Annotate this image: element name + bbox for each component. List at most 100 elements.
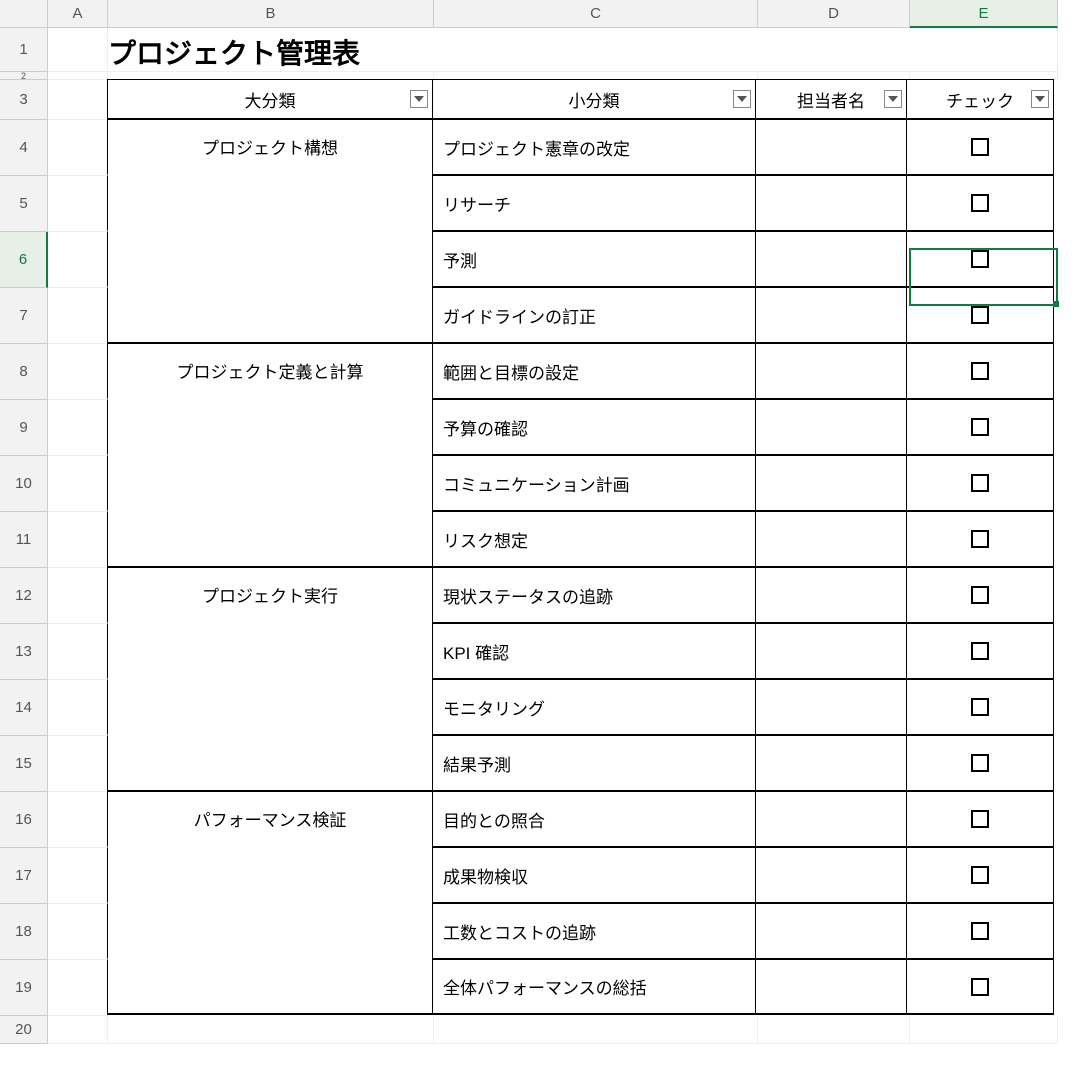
cell-a7[interactable] [48,288,108,344]
checkbox-icon[interactable] [971,194,989,212]
checkbox-icon[interactable] [971,474,989,492]
row-header-7[interactable]: 7 [0,288,48,344]
cell-assignee[interactable] [755,791,907,847]
cell-check[interactable] [906,679,1054,735]
cell-a8[interactable] [48,344,108,400]
checkbox-icon[interactable] [971,642,989,660]
cell-assignee[interactable] [755,455,907,511]
checkbox-icon[interactable] [971,978,989,996]
cell-assignee[interactable] [755,287,907,343]
header-assignee[interactable]: 担当者名 [755,79,907,119]
cell-b1-title[interactable]: プロジェクト管理表 [108,28,1058,72]
cell-a19[interactable] [48,960,108,1016]
cell-b20[interactable] [108,1016,434,1044]
cell-subcategory[interactable]: 範囲と目標の設定 [432,343,756,399]
row-header-5[interactable]: 5 [0,176,48,232]
cell-subcategory[interactable]: コミュニケーション計画 [432,455,756,511]
cell-assignee[interactable] [755,959,907,1015]
cell-check[interactable] [906,735,1054,791]
cell-category[interactable] [107,455,433,511]
cell-assignee[interactable] [755,343,907,399]
checkbox-icon[interactable] [971,362,989,380]
cell-category[interactable] [107,959,433,1015]
cell-check[interactable] [906,511,1054,567]
cell-a15[interactable] [48,736,108,792]
cell-check[interactable] [906,119,1054,175]
row-header-4[interactable]: 4 [0,120,48,176]
cell-subcategory[interactable]: 成果物検収 [432,847,756,903]
checkbox-icon[interactable] [971,698,989,716]
cell-category[interactable]: パフォーマンス検証 [107,791,433,847]
row-header-18[interactable]: 18 [0,904,48,960]
filter-icon[interactable] [884,90,902,108]
row-header-1[interactable]: 1 [0,28,48,72]
row-header-9[interactable]: 9 [0,400,48,456]
row-header-19[interactable]: 19 [0,960,48,1016]
cell-category[interactable]: プロジェクト構想 [107,119,433,175]
cell-subcategory[interactable]: プロジェクト憲章の改定 [432,119,756,175]
filter-icon[interactable] [1031,90,1049,108]
cell-check[interactable] [906,399,1054,455]
cell-check[interactable] [906,959,1054,1015]
cell-assignee[interactable] [755,399,907,455]
cell-subcategory[interactable]: 予測 [432,231,756,287]
row-header-2[interactable]: 2 [0,72,48,80]
cell-assignee[interactable] [755,623,907,679]
cell-assignee[interactable] [755,903,907,959]
row-header-10[interactable]: 10 [0,456,48,512]
cell-a2[interactable] [48,72,108,80]
cell-category[interactable] [107,903,433,959]
checkbox-icon[interactable] [971,810,989,828]
col-header-b[interactable]: B [108,0,434,28]
cell-check[interactable] [906,343,1054,399]
row-header-12[interactable]: 12 [0,568,48,624]
cell-a12[interactable] [48,568,108,624]
select-all-corner[interactable] [0,0,48,28]
checkbox-icon[interactable] [971,922,989,940]
checkbox-icon[interactable] [971,138,989,156]
row-header-13[interactable]: 13 [0,624,48,680]
cell-a17[interactable] [48,848,108,904]
cell-assignee[interactable] [755,735,907,791]
cell-assignee[interactable] [755,175,907,231]
row-header-14[interactable]: 14 [0,680,48,736]
cell-assignee[interactable] [755,679,907,735]
cell-check[interactable] [906,623,1054,679]
row-header-15[interactable]: 15 [0,736,48,792]
row-header-8[interactable]: 8 [0,344,48,400]
checkbox-icon[interactable] [971,530,989,548]
cell-assignee[interactable] [755,231,907,287]
filter-icon[interactable] [410,90,428,108]
cell-a10[interactable] [48,456,108,512]
cell-subcategory[interactable]: ガイドラインの訂正 [432,287,756,343]
cell-a1[interactable] [48,28,108,72]
cell-subcategory[interactable]: 全体パフォーマンスの総括 [432,959,756,1015]
cell-c20[interactable] [434,1016,758,1044]
header-subcategory[interactable]: 小分類 [432,79,756,119]
cell-check[interactable] [906,287,1054,343]
row-header-6[interactable]: 6 [0,232,48,288]
row-header-11[interactable]: 11 [0,512,48,568]
checkbox-icon[interactable] [971,306,989,324]
cell-a5[interactable] [48,176,108,232]
cell-check[interactable] [906,231,1054,287]
cell-a16[interactable] [48,792,108,848]
cell-category[interactable] [107,399,433,455]
cell-category[interactable] [107,623,433,679]
cell-category[interactable] [107,231,433,287]
cell-subcategory[interactable]: リスク想定 [432,511,756,567]
checkbox-icon[interactable] [971,754,989,772]
cell-assignee[interactable] [755,119,907,175]
col-header-a[interactable]: A [48,0,108,28]
cell-category[interactable]: プロジェクト定義と計算 [107,343,433,399]
cell-subcategory[interactable]: モニタリング [432,679,756,735]
cell-check[interactable] [906,175,1054,231]
col-header-c[interactable]: C [434,0,758,28]
cell-subcategory[interactable]: 工数とコストの追跡 [432,903,756,959]
cell-assignee[interactable] [755,847,907,903]
checkbox-icon[interactable] [971,586,989,604]
cell-subcategory[interactable]: リサーチ [432,175,756,231]
cell-assignee[interactable] [755,567,907,623]
cell-subcategory[interactable]: 目的との照合 [432,791,756,847]
cell-category[interactable] [107,287,433,343]
